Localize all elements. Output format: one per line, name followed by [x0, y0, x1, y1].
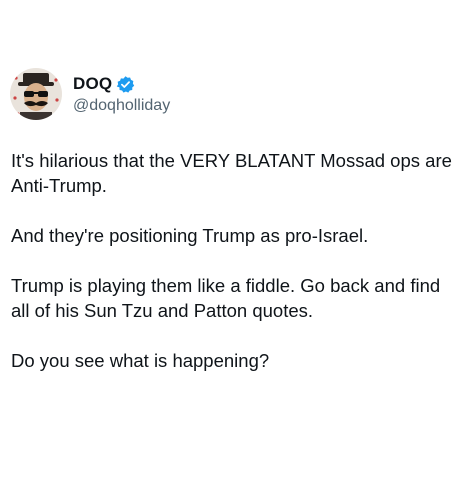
- tweet-paragraph: And they're positioning Trump as pro-Isr…: [11, 225, 369, 246]
- tweet-header: DOQ @doqholliday: [10, 68, 170, 120]
- tweet-paragraph: Trump is playing them like a fiddle. Go …: [11, 275, 441, 321]
- verified-badge-icon: [116, 75, 135, 94]
- author-names: DOQ @doqholliday: [73, 73, 170, 115]
- tweet-paragraph: Do you see what is happening?: [11, 350, 270, 371]
- avatar[interactable]: [10, 68, 62, 120]
- tweet-text: It's hilarious that the VERY BLATANT Mos…: [11, 148, 461, 373]
- handle[interactable]: @doqholliday: [73, 97, 170, 115]
- display-name[interactable]: DOQ: [73, 74, 112, 94]
- tweet-paragraph: It's hilarious that the VERY BLATANT Mos…: [11, 150, 452, 196]
- avatar-image: [10, 68, 62, 120]
- tweet-card: DOQ @doqholliday It's hilarious that the…: [0, 0, 473, 500]
- name-row: DOQ: [73, 73, 170, 95]
